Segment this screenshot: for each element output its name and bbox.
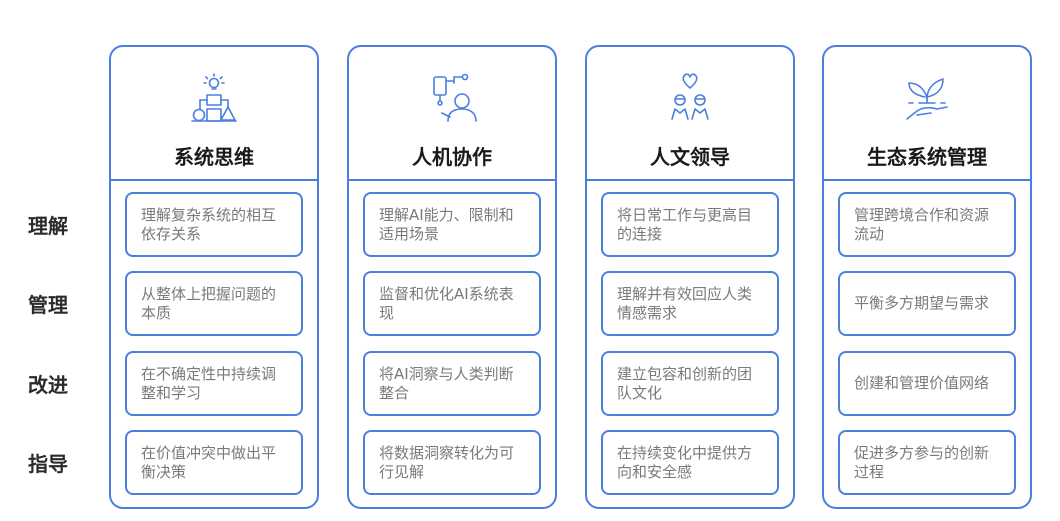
cell-text: 平衡多方期望与需求 bbox=[854, 294, 990, 312]
column-human-ai-collaboration: 人机协作 理解AI能力、限制和适用场景 监督和优化AI系统表现 将AI洞察与人类… bbox=[347, 45, 557, 509]
row-label-guide: 指导 bbox=[28, 452, 68, 476]
people-heart-icon bbox=[671, 73, 709, 120]
cell-guide: 将数据洞察转化为可行见解 bbox=[363, 430, 541, 495]
cell-manage: 平衡多方期望与需求 bbox=[838, 271, 1016, 336]
cell-text: 在持续变化中提供方向和安全感 bbox=[617, 443, 753, 481]
cell-text: 将AI洞察与人类判断整合 bbox=[379, 364, 514, 402]
row-label-improve: 改进 bbox=[28, 373, 68, 397]
cell-manage: 监督和优化AI系统表现 bbox=[363, 271, 541, 336]
cell-understand: 将日常工作与更高目的连接 bbox=[601, 192, 779, 257]
cell-text: 理解复杂系统的相互依存关系 bbox=[141, 205, 277, 243]
plant-hand-icon bbox=[906, 78, 948, 120]
column-humanistic-leadership: 人文领导 将日常工作与更高目的连接 理解并有效回应人类情感需求 建立包容和创新的… bbox=[585, 45, 795, 509]
row-label-manage: 管理 bbox=[28, 293, 68, 317]
cell-text: 将数据洞察转化为可行见解 bbox=[379, 443, 515, 481]
cell-text: 管理跨境合作和资源流动 bbox=[854, 205, 990, 243]
divider bbox=[111, 179, 317, 181]
cell-understand: 管理跨境合作和资源流动 bbox=[838, 192, 1016, 257]
cell-guide: 在价值冲突中做出平衡决策 bbox=[125, 430, 303, 495]
cell-text: 建立包容和创新的团队文化 bbox=[617, 364, 753, 402]
cell-text: 将日常工作与更高目的连接 bbox=[617, 205, 753, 243]
cell-text: 在价值冲突中做出平衡决策 bbox=[141, 443, 277, 481]
cell-text: 从整体上把握问题的本质 bbox=[141, 284, 277, 322]
column-title: 系统思维 bbox=[174, 145, 254, 169]
divider bbox=[824, 179, 1030, 181]
cell-improve: 将AI洞察与人类判断整合 bbox=[363, 351, 541, 416]
column-title: 人机协作 bbox=[412, 145, 492, 169]
cell-text: 监督和优化AI系统表现 bbox=[379, 284, 514, 322]
cell-understand: 理解AI能力、限制和适用场景 bbox=[363, 192, 541, 257]
cell-improve: 在不确定性中持续调整和学习 bbox=[125, 351, 303, 416]
row-label-understand: 理解 bbox=[28, 214, 68, 238]
column-systems-thinking: 系统思维 理解复杂系统的相互依存关系 从整体上把握问题的本质 在不确定性中持续调… bbox=[109, 45, 319, 509]
cell-guide: 促进多方参与的创新过程 bbox=[838, 430, 1016, 495]
column-ecosystem-management: 生态系统管理 管理跨境合作和资源流动 平衡多方期望与需求 创建和管理价值网络 促… bbox=[822, 45, 1032, 509]
column-header: 生态系统管理 bbox=[824, 47, 1030, 179]
column-title: 生态系统管理 bbox=[867, 145, 987, 169]
cell-guide: 在持续变化中提供方向和安全感 bbox=[601, 430, 779, 495]
column-header: 人机协作 bbox=[349, 47, 555, 179]
column-header: 系统思维 bbox=[111, 47, 317, 179]
cell-text: 理解AI能力、限制和适用场景 bbox=[379, 205, 514, 243]
cell-text: 理解并有效回应人类情感需求 bbox=[617, 284, 753, 322]
column-header: 人文领导 bbox=[587, 47, 793, 179]
cell-manage: 理解并有效回应人类情感需求 bbox=[601, 271, 779, 336]
cell-text: 创建和管理价值网络 bbox=[854, 374, 990, 392]
column-title: 人文领导 bbox=[650, 145, 730, 169]
divider bbox=[349, 179, 555, 181]
human-robot-icon bbox=[433, 73, 477, 122]
cell-understand: 理解复杂系统的相互依存关系 bbox=[125, 192, 303, 257]
cell-improve: 建立包容和创新的团队文化 bbox=[601, 351, 779, 416]
cell-improve: 创建和管理价值网络 bbox=[838, 351, 1016, 416]
cell-text: 在不确定性中持续调整和学习 bbox=[141, 364, 277, 402]
cell-text: 促进多方参与的创新过程 bbox=[854, 443, 990, 481]
cell-manage: 从整体上把握问题的本质 bbox=[125, 271, 303, 336]
divider bbox=[587, 179, 793, 181]
system-structure-icon bbox=[191, 73, 237, 122]
